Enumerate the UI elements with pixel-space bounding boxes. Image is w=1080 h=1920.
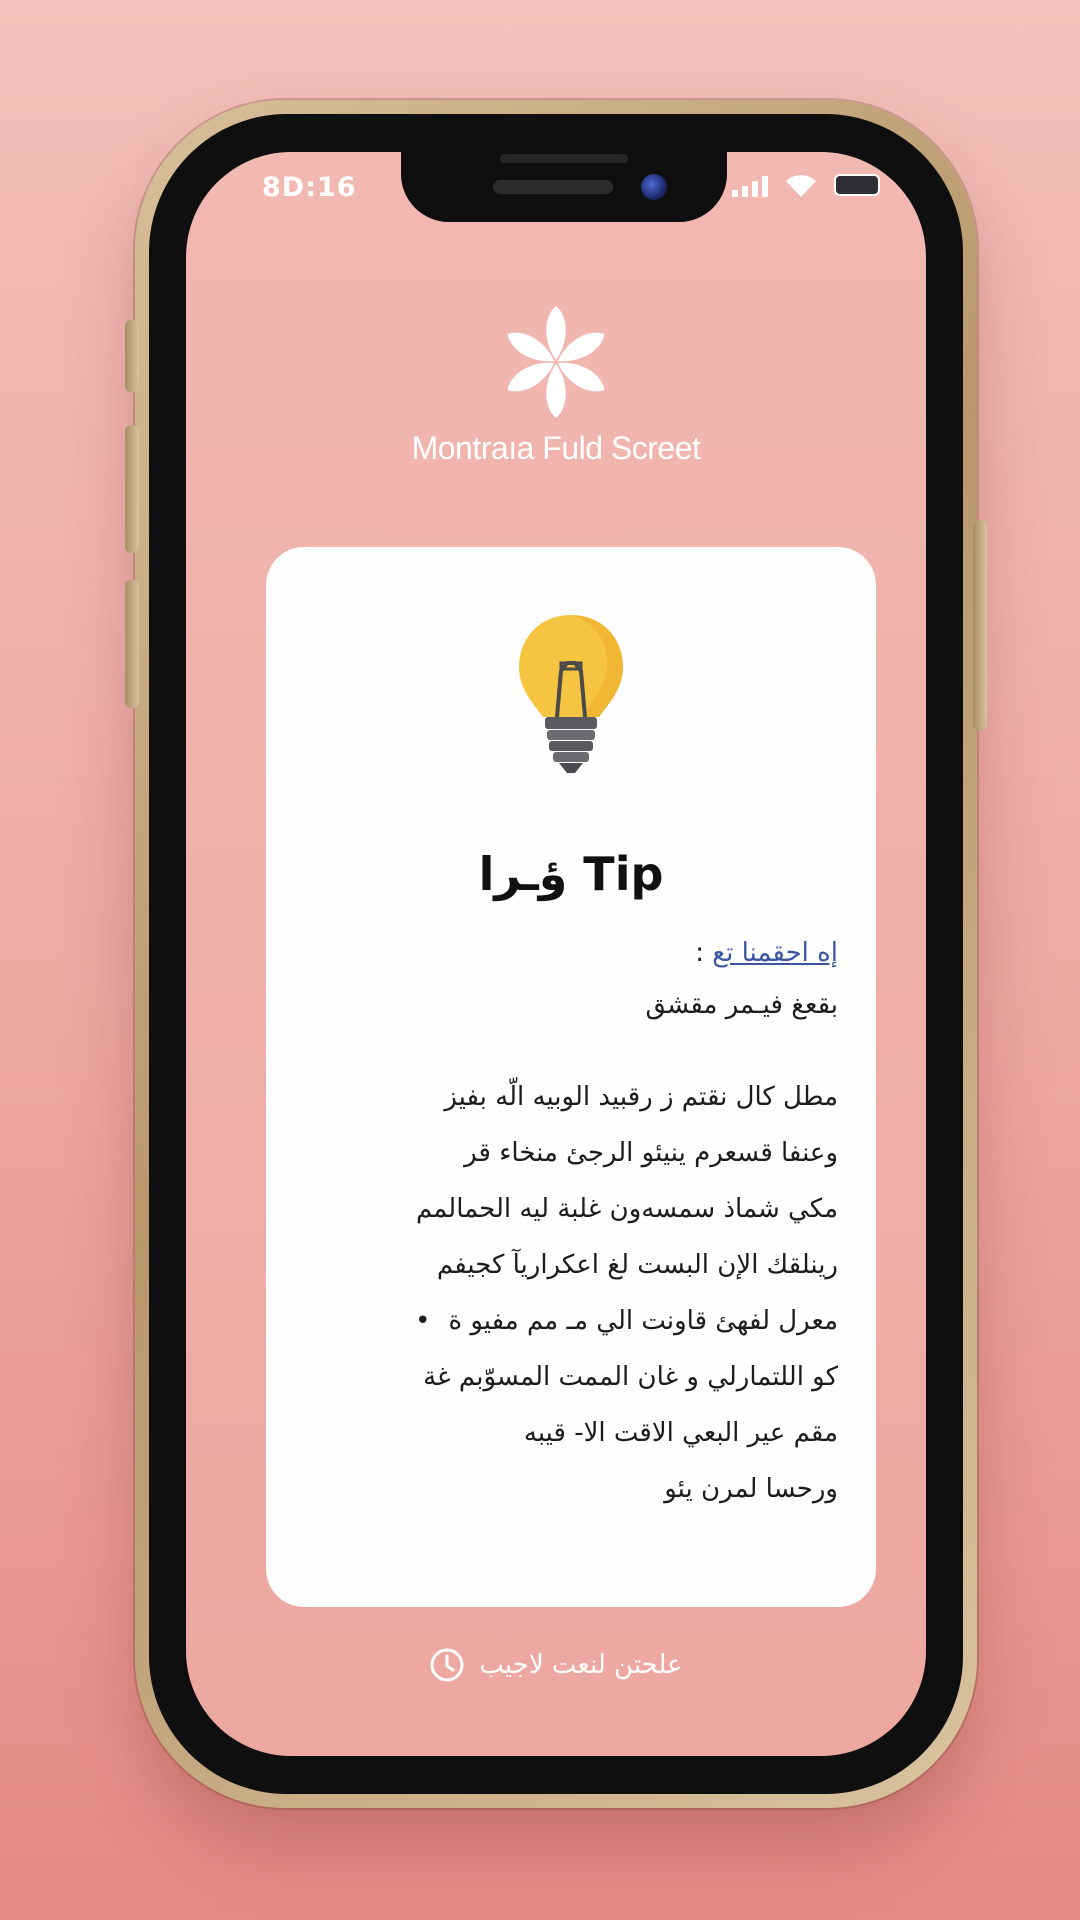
status-time: 8D:16 [262,172,357,203]
tip-body-line: مطل كال نقتم ز رقبيد الوبيه الّه بفيز [444,1082,838,1112]
phone-frame: 8D:16 Montraıa Fuld Screet ؤـرا Tip إه ا… [125,100,987,1808]
tip-body-bullet-item: معرل لفهئ قاونت الي مـ مم مفيو ة • [298,1293,838,1349]
earpiece-speaker [493,180,613,194]
tip-body-line: كو اللتمارلي و غان الممت المسوّبم غة [423,1362,838,1392]
tip-title: ؤـرا Tip [478,847,664,901]
tip-body-line: وعنفا قسعرم ينيئو الرجئ منخاء قر [464,1138,838,1168]
battery-icon [834,174,880,196]
tip-body-line: مقم عير البعي الاقت الا- قيبه [523,1418,838,1448]
lightbulb-icon [519,615,623,773]
tip-body: مطل كال نقتم ز رقبيد الوبيه الّه بفيز وع… [298,1069,838,1517]
tip-body-line: مكي شماذ سمسه‌ون غلبة ليه الحمالمم [415,1194,838,1224]
flower-icon [507,306,605,418]
brand-name: Montraıa Fuld Screet [411,430,701,466]
speaker-grille [500,154,628,163]
tip-intro-colon: : [695,938,705,968]
tip-body-line: معرل لفهئ قاونت الي مـ مم مفيو ة [448,1306,838,1336]
footer-action[interactable]: علحتن لنعت لاجيب [186,1647,926,1683]
tip-intro-link[interactable]: إه احقمنا تع [712,938,838,968]
notch [401,152,727,222]
side-button-volume-down [125,580,139,708]
front-camera-icon [641,174,667,200]
tip-intro-line2: بقعغ فيـمر مقشق [645,990,838,1020]
status-icons [732,172,880,198]
phone-screen: 8D:16 Montraıa Fuld Screet ؤـرا Tip إه ا… [186,152,926,1756]
tip-body-line: ورحسا لمرن يئو [664,1474,838,1504]
side-button-power [973,520,987,730]
wifi-icon [786,175,816,197]
footer-text: علحتن لنعت لاجيب [479,1650,683,1680]
bullet-icon: • [415,1306,431,1336]
clock-icon [430,1648,464,1682]
side-button-mute [125,320,139,392]
tip-card: ؤـرا Tip إه احقمنا تع : بقعغ فيـمر مقشق … [266,547,876,1607]
phone-bezel: 8D:16 Montraıa Fuld Screet ؤـرا Tip إه ا… [149,114,963,1794]
signal-icon [732,173,768,197]
tip-body-line: رينلقك الإن البست لغ اعكراريآ كجيفم [436,1250,838,1280]
side-button-volume-up [125,425,139,553]
tip-intro: إه احقمنا تع : بقعغ فيـمر مقشق [298,927,838,1031]
